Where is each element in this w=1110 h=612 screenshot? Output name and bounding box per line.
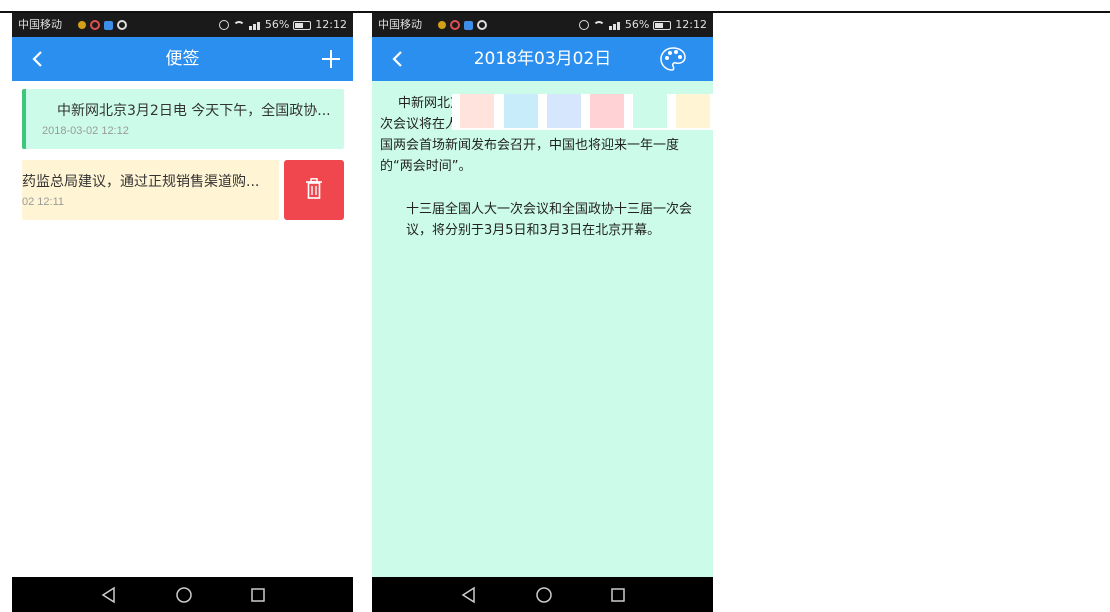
carrier-label: 中国移动 [378, 18, 422, 31]
status-bar: 中国移动 56% 12:12 [12, 13, 353, 37]
circle-home-icon [176, 587, 192, 603]
note-date: 02 12:11 [22, 196, 65, 208]
square-recent-icon [611, 588, 625, 602]
app-notification-icon [464, 20, 473, 30]
notification-icons [438, 13, 487, 37]
app-notification-icon [104, 20, 113, 30]
notification-dot-icon [78, 21, 86, 29]
triangle-back-icon [101, 586, 115, 604]
note-preview: 中新网北京3月2日电 今天下午，全国政协... [57, 103, 331, 119]
battery-percent: 56% [264, 18, 290, 31]
status-bar: 中国移动 56% 12:12 [372, 13, 713, 37]
search-notification-icon [477, 20, 487, 30]
system-nav-bar [12, 577, 353, 612]
battery-percent: 56% [624, 18, 650, 31]
triangle-back-icon [461, 586, 475, 604]
carrier-label: 中国移动 [18, 18, 62, 31]
nav-recent-button[interactable] [598, 577, 638, 612]
phone-screen-detail: 中国移动 56% 12:12 2018年03月02日 中新网北京 次会议将在人 … [372, 13, 713, 612]
trash-icon [306, 178, 322, 199]
square-recent-icon [251, 588, 265, 602]
plus-icon [322, 50, 340, 68]
color-swatch[interactable] [590, 94, 624, 128]
status-time: 12:12 [675, 18, 707, 31]
system-nav-bar [372, 577, 713, 612]
note-paragraph: 十三届全国人大一次会议和全国政协十三届一次会议，将分别于3月5日和3月3日在北京… [406, 202, 693, 238]
phone-screen-list: 中国移动 56% 12:12 便签 中新网北京3月2日电 今天下午，全国政协..… [12, 13, 353, 612]
wifi-icon [232, 20, 245, 30]
page-title: 便签 [165, 49, 200, 69]
alarm-icon [578, 20, 589, 30]
nav-home-button[interactable] [524, 577, 564, 612]
wifi-icon [592, 20, 605, 30]
nav-home-button[interactable] [164, 577, 204, 612]
signal-icon [248, 20, 261, 30]
app-bar: 便签 [12, 37, 353, 81]
note-date: 2018-03-02 12:12 [42, 125, 129, 137]
status-time: 12:12 [315, 18, 347, 31]
status-right: 56% 12:12 [218, 13, 347, 37]
status-right: 56% 12:12 [578, 13, 707, 37]
notification-icons [78, 13, 127, 37]
notification-dot-icon [438, 21, 446, 29]
note-preview: 药监总局建议，通过正规销售渠道购... [22, 174, 260, 190]
delete-note-button[interactable] [284, 160, 344, 220]
battery-icon [293, 20, 312, 30]
weibo-icon [90, 20, 100, 30]
note-line: 国两会首场新闻发布会召开，中国也将迎来一年一度 [380, 138, 680, 153]
add-note-button[interactable] [319, 47, 343, 71]
nav-back-button[interactable] [89, 577, 129, 612]
alarm-icon [218, 20, 229, 30]
nav-recent-button[interactable] [238, 577, 278, 612]
color-swatch[interactable] [633, 94, 667, 128]
note-card[interactable]: 中新网北京3月2日电 今天下午，全国政协... 2018-03-02 12:12 [22, 89, 344, 149]
color-swatch[interactable] [547, 94, 581, 128]
color-swatch[interactable] [676, 94, 710, 128]
note-line: 的“两会时间”。 [380, 159, 472, 174]
note-card-swiped[interactable]: 药监总局建议，通过正规销售渠道购... 02 12:11 [22, 160, 279, 220]
app-bar: 2018年03月02日 [372, 37, 713, 81]
circle-home-icon [536, 587, 552, 603]
signal-icon [608, 20, 621, 30]
color-picker-button[interactable] [659, 46, 687, 72]
weibo-icon [450, 20, 460, 30]
color-swatch[interactable] [460, 94, 494, 128]
search-notification-icon [117, 20, 127, 30]
nav-back-button[interactable] [449, 577, 489, 612]
color-swatch[interactable] [504, 94, 538, 128]
battery-icon [653, 20, 672, 30]
color-swatch-popup [452, 94, 713, 130]
palette-icon [660, 47, 686, 71]
